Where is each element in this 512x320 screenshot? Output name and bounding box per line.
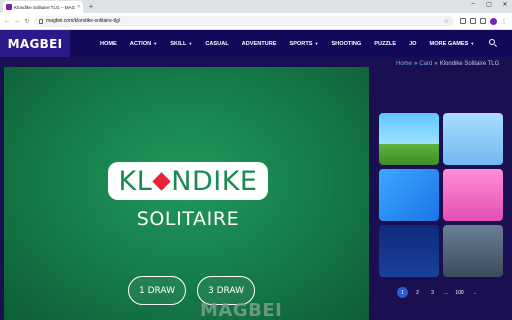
tab-close-icon[interactable]: ×	[77, 4, 80, 10]
browser-tab[interactable]: Klondike Solitaire TLG – MAGBEI ×	[3, 1, 83, 13]
game-title: KL NDIKE	[119, 166, 258, 197]
nav-casual[interactable]: CASUAL	[205, 41, 228, 47]
nav-sports[interactable]: SPORTS ▼	[289, 41, 318, 47]
nav-label: HOME	[100, 40, 117, 47]
lock-icon[interactable]	[39, 18, 43, 24]
forward-arrow-icon[interactable]: →	[14, 18, 20, 24]
nav-label: CASUAL	[205, 40, 229, 47]
new-tab-button[interactable]: +	[86, 1, 96, 12]
game-thumbnail[interactable]	[379, 169, 439, 221]
profile-avatar[interactable]	[490, 17, 497, 25]
game-subtitle: SOLITAIRE	[136, 208, 240, 230]
window-controls: – ▢ ✕	[468, 1, 510, 8]
address-bar[interactable]: magbei.com/klondike-solitaire-tlg/ ☆	[34, 15, 454, 27]
nav-action[interactable]: ACTION ▼	[130, 41, 157, 47]
page-1[interactable]: 1	[397, 287, 408, 298]
nav-more-games[interactable]: MORE GAMES ▼	[430, 41, 475, 47]
sidepanel-icon[interactable]	[480, 18, 486, 24]
page-100[interactable]: 100	[454, 287, 465, 298]
game-thumbnail[interactable]	[443, 169, 503, 221]
favicon-icon	[6, 4, 12, 10]
chevron-down-icon: ▼	[470, 41, 475, 46]
reload-icon[interactable]: ↻	[24, 18, 30, 25]
extension-icon[interactable]	[460, 18, 466, 24]
breadcrumb: Home » Card » Klondike Solitaire TLG	[396, 61, 499, 67]
game-thumbnail[interactable]	[443, 113, 503, 165]
page-content: KL NDIKE SOLITAIRE 1 DRAW 3 DRAW MAGBEI …	[0, 57, 512, 320]
browser-toolbar: ← → ↻ magbei.com/klondike-solitaire-tlg/…	[0, 13, 512, 30]
close-window-icon[interactable]: ✕	[500, 1, 510, 8]
site-logo[interactable]: MAGBEI	[0, 30, 70, 57]
nav-label: SKILL	[170, 40, 187, 47]
browser-tabstrip: Klondike Solitaire TLG – MAGBEI × + – ▢ …	[0, 0, 512, 13]
pagination: 1 2 3 ... 100 →	[397, 287, 480, 298]
nav-puzzle[interactable]: PUZZLE	[374, 41, 396, 47]
breadcrumb-current: Klondike Solitaire TLG	[439, 61, 500, 67]
game-thumbnail[interactable]	[379, 225, 439, 277]
game-thumbnail[interactable]	[443, 225, 503, 277]
url-text[interactable]: magbei.com/klondike-solitaire-tlg/	[46, 18, 441, 24]
diamond-icon	[152, 171, 171, 191]
maximize-icon[interactable]: ▢	[484, 1, 494, 8]
logo-text: MAGBEI	[7, 36, 63, 51]
nav-label: PUZZLE	[374, 40, 397, 47]
nav-skill[interactable]: SKILL ▼	[170, 41, 192, 47]
nav-label: ACTION	[129, 40, 152, 47]
extensions-puzzle-icon[interactable]	[470, 18, 476, 24]
nav-home[interactable]: HOME	[100, 41, 117, 47]
magbei-watermark: MAGBEI	[200, 300, 283, 320]
game-canvas[interactable]: KL NDIKE SOLITAIRE 1 DRAW 3 DRAW MAGBEI	[4, 67, 369, 320]
page-3[interactable]: 3	[427, 287, 438, 298]
breadcrumb-home[interactable]: Home	[396, 61, 412, 67]
extension-icons: ⋮	[460, 17, 507, 25]
nav-label: MORE GAMES	[429, 40, 469, 47]
tab-title: Klondike Solitaire TLG – MAGBEI	[14, 4, 76, 10]
breadcrumb-separator: »	[434, 61, 438, 67]
one-draw-button[interactable]: 1 DRAW	[128, 276, 186, 305]
back-arrow-icon[interactable]: ←	[4, 18, 10, 24]
site-header: MAGBEI HOME ACTION ▼ SKILL ▼ CASUAL ADVENT…	[0, 30, 512, 57]
chevron-down-icon: ▼	[188, 41, 193, 46]
nav-label: SPORTS	[289, 40, 313, 47]
breadcrumb-separator: »	[414, 61, 418, 67]
title-part-right: NDIKE	[171, 165, 258, 197]
nav-label: ADVENTURE	[241, 40, 277, 47]
chevron-down-icon: ▼	[314, 41, 319, 46]
nav-adventure[interactable]: ADVENTURE	[242, 41, 277, 47]
page-2[interactable]: 2	[412, 287, 423, 298]
menu-dots-icon[interactable]: ⋮	[501, 18, 507, 25]
bookmark-star-icon[interactable]: ☆	[444, 18, 449, 25]
game-thumbnail[interactable]	[379, 113, 439, 165]
pagination-ellipsis: ...	[443, 289, 449, 296]
search-icon[interactable]	[489, 39, 495, 45]
main-nav: HOME ACTION ▼ SKILL ▼ CASUAL ADVENTURE SPO…	[100, 30, 487, 57]
nav-label: SHOOTING	[331, 40, 362, 47]
game-title-plate: KL NDIKE	[108, 162, 268, 200]
title-part-left: KL	[118, 165, 153, 197]
nav-label: JO	[409, 40, 417, 47]
chevron-down-icon: ▼	[153, 41, 158, 46]
next-page-arrow-icon[interactable]: →	[469, 287, 480, 298]
nav-shooting[interactable]: SHOOTING	[331, 41, 361, 47]
breadcrumb-card[interactable]: Card	[419, 61, 432, 67]
nav-jo[interactable]: JO	[409, 41, 416, 47]
minimize-icon[interactable]: –	[468, 1, 478, 8]
